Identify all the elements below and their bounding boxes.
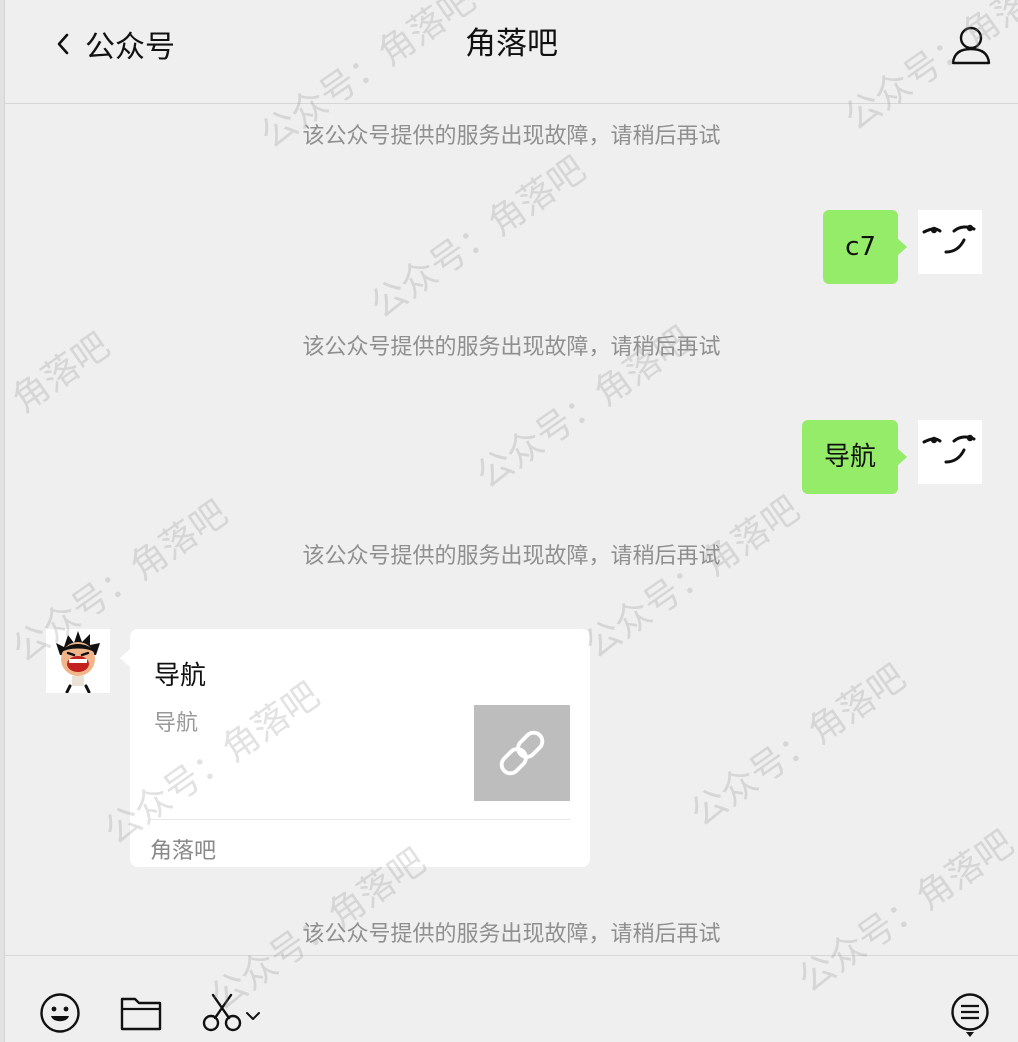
system-notice: 该公众号提供的服务出现故障，请稍后再试	[302, 335, 721, 360]
scissors-icon	[202, 993, 242, 1032]
my-avatar[interactable]	[918, 420, 982, 484]
send-file-button[interactable]	[119, 992, 163, 1038]
smiley-icon	[40, 993, 80, 1033]
chat-list-icon	[951, 993, 989, 1037]
link-card[interactable]: 导航 导航 角落吧	[120, 629, 590, 867]
profile-button[interactable]	[950, 24, 992, 66]
system-notice: 该公众号提供的服务出现故障，请稍后再试	[302, 922, 721, 947]
card-description: 导航	[154, 711, 199, 736]
card-title: 导航	[154, 661, 207, 691]
my-avatar[interactable]	[918, 210, 982, 274]
sent-message-row: c7	[823, 210, 982, 284]
system-notice: 该公众号提供的服务出现故障，请稍后再试	[302, 124, 721, 149]
system-notice: 该公众号提供的服务出现故障，请稍后再试	[302, 544, 721, 569]
link-icon	[499, 730, 545, 776]
screenshot-options-dropdown[interactable]	[245, 1006, 261, 1025]
folder-icon	[120, 997, 162, 1031]
sent-message-bubble[interactable]: 导航	[801, 420, 908, 494]
card-thumbnail	[474, 705, 570, 801]
chat-title: 角落吧	[465, 26, 558, 62]
chat-header: 公众号 角落吧	[5, 0, 1018, 104]
smirk-face-icon	[922, 434, 976, 464]
emoji-button[interactable]	[39, 992, 81, 1038]
person-icon	[951, 26, 991, 65]
smirk-face-icon	[922, 224, 976, 254]
sent-message-row: 导航	[801, 420, 982, 494]
account-avatar[interactable]	[46, 629, 110, 694]
input-toolbar	[5, 955, 1018, 1042]
chevron-down-icon	[246, 1012, 260, 1020]
chat-history-button[interactable]	[949, 992, 991, 1042]
screenshot-button[interactable]	[201, 992, 243, 1038]
message-list[interactable]: 该公众号提供的服务出现故障，请稍后再试 c7 该公众号提供的服务出现故障，请稍后…	[5, 105, 1018, 955]
card-source: 角落吧	[150, 839, 217, 864]
card-divider	[150, 819, 570, 820]
laughing-cartoon-icon	[56, 631, 100, 694]
sent-message-bubble[interactable]: c7	[823, 210, 907, 284]
